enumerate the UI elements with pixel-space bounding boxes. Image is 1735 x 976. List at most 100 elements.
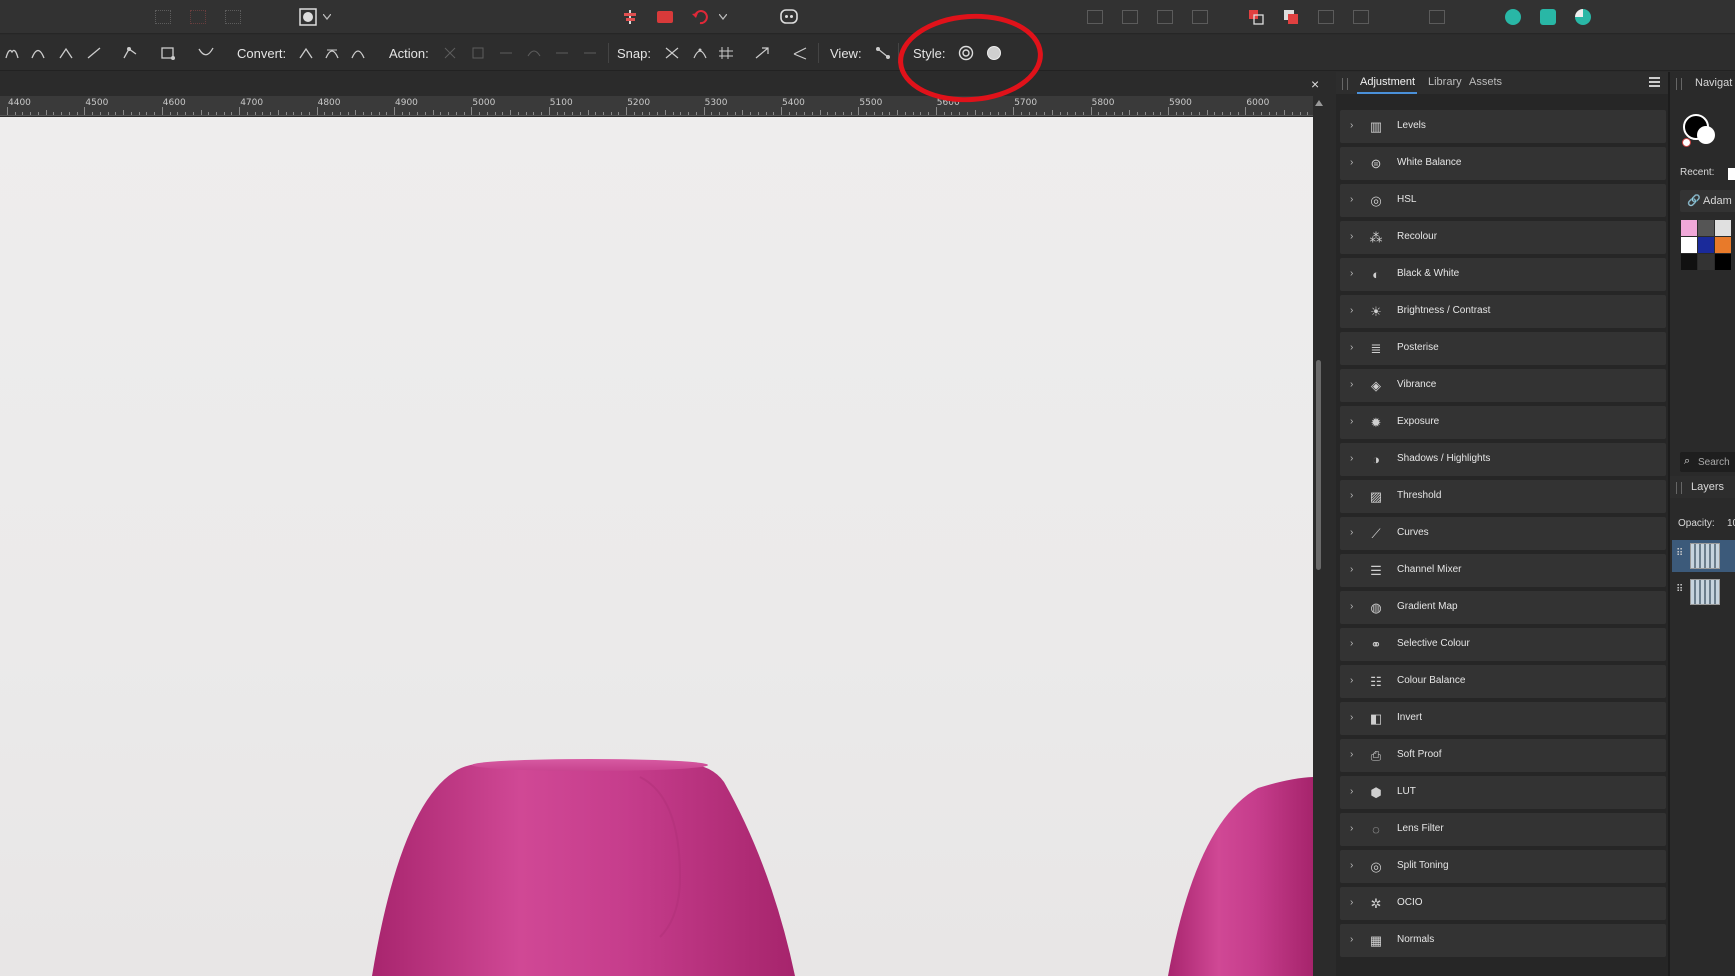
opacity-value[interactable]: 10 <box>1727 518 1735 529</box>
adjustment-item-ocio[interactable]: › ✲ OCIO <box>1340 887 1666 920</box>
marquee-select-icon[interactable] <box>150 5 176 29</box>
adjustment-item-levels[interactable]: › ▥ Levels <box>1340 110 1666 143</box>
adjustment-item-lut[interactable]: › ⬢ LUT <box>1340 776 1666 809</box>
colour-swatch[interactable] <box>1715 254 1731 270</box>
polygon-mode-icon[interactable] <box>56 44 76 62</box>
chevron-right-icon[interactable]: › <box>1350 490 1353 501</box>
colour-swatch[interactable] <box>1681 254 1697 270</box>
snap-to-grid-icon[interactable] <box>716 44 736 62</box>
line-mode-icon[interactable] <box>84 44 104 62</box>
action-join-curves-icon[interactable] <box>524 44 544 62</box>
invert-selection-icon[interactable] <box>220 5 246 29</box>
adjustment-item-curves[interactable]: › ⟋ Curves <box>1340 517 1666 550</box>
chevron-right-icon[interactable]: › <box>1350 379 1353 390</box>
style-ring-icon[interactable] <box>956 44 976 62</box>
persona-develop-icon[interactable] <box>1570 5 1596 29</box>
action-smooth-curve-icon[interactable] <box>496 44 516 62</box>
chevron-right-icon[interactable]: › <box>1350 120 1353 131</box>
smooth-path-icon[interactable] <box>196 44 216 62</box>
adjustment-item-lens-filter[interactable]: › ◌ Lens Filter <box>1340 813 1666 846</box>
adjustment-item-channel-mixer[interactable]: › ☰ Channel Mixer <box>1340 554 1666 587</box>
arrange-back-icon[interactable] <box>1082 5 1108 29</box>
adjustment-item-recolour[interactable]: › ⁂ Recolour <box>1340 221 1666 254</box>
chevron-right-icon[interactable]: › <box>1350 749 1353 760</box>
action-close-curve-icon[interactable] <box>468 44 488 62</box>
panel-menu-icon[interactable] <box>1649 77 1660 87</box>
colour-swatch[interactable] <box>1698 254 1714 270</box>
snap-to-angle-icon[interactable] <box>790 44 810 62</box>
chevron-right-icon[interactable]: › <box>1350 342 1353 353</box>
convert-smart-icon[interactable] <box>348 44 368 62</box>
chevron-right-icon[interactable]: › <box>1350 897 1353 908</box>
secondary-colour-well[interactable] <box>1697 126 1715 144</box>
chevron-right-icon[interactable]: › <box>1350 786 1353 797</box>
record-macro-icon[interactable] <box>652 5 678 29</box>
chevron-right-icon[interactable]: › <box>1350 194 1353 205</box>
adjustment-item-exposure[interactable]: › ✹ Exposure <box>1340 406 1666 439</box>
boolean-intersect-icon[interactable] <box>1313 5 1339 29</box>
adjustment-item-shadows-highlights[interactable]: › ◑ Shadows / Highlights <box>1340 443 1666 476</box>
arrange-front-icon[interactable] <box>1187 5 1213 29</box>
chevron-down-icon[interactable] <box>320 5 334 29</box>
panel-grip-icon[interactable] <box>1676 78 1682 90</box>
arrange-forward-icon[interactable] <box>1152 5 1178 29</box>
boolean-subtract-icon[interactable] <box>1278 5 1304 29</box>
assistant-icon[interactable] <box>776 5 802 29</box>
adjustment-item-vibrance[interactable]: › ◈ Vibrance <box>1340 369 1666 402</box>
adjustment-item-white-balance[interactable]: › ⊜ White Balance <box>1340 147 1666 180</box>
image-canvas[interactable] <box>0 117 1313 976</box>
align-icon[interactable] <box>617 5 643 29</box>
chevron-right-icon[interactable]: › <box>1350 712 1353 723</box>
close-document-button[interactable]: × <box>1311 76 1319 92</box>
style-filled-circle-icon[interactable] <box>984 44 1004 62</box>
adjustment-item-invert[interactable]: › ◧ Invert <box>1340 702 1666 735</box>
chevron-right-icon[interactable]: › <box>1350 231 1353 242</box>
adjustment-item-soft-proof[interactable]: › ⎙ Soft Proof <box>1340 739 1666 772</box>
colour-swatch[interactable] <box>1681 237 1697 253</box>
mask-mode-icon[interactable] <box>295 5 321 29</box>
layer-row[interactable]: ⠿ <box>1672 576 1735 608</box>
undo-history-icon[interactable] <box>687 5 713 29</box>
chevron-right-icon[interactable]: › <box>1350 860 1353 871</box>
tab-adjustment[interactable]: Adjustment <box>1360 76 1415 88</box>
chevron-right-icon[interactable]: › <box>1350 601 1353 612</box>
vertical-scrollbar[interactable] <box>1313 96 1324 976</box>
layer-drag-handle-icon[interactable]: ⠿ <box>1676 548 1683 559</box>
layer-row-selected[interactable]: ⠿ <box>1672 540 1735 572</box>
deselect-icon[interactable] <box>185 5 211 29</box>
adjustment-item-brightness[interactable]: › ☀ Brightness / Contrast <box>1340 295 1666 328</box>
adjustment-item-posterise[interactable]: › ≣ Posterise <box>1340 332 1666 365</box>
arrange-backward-icon[interactable] <box>1117 5 1143 29</box>
colour-swatch[interactable] <box>1715 220 1731 236</box>
chevron-right-icon[interactable]: › <box>1350 638 1353 649</box>
chevron-right-icon[interactable]: › <box>1350 564 1353 575</box>
adjustment-item-black-white[interactable]: › ◐ Black & White <box>1340 258 1666 291</box>
smart-mode-icon[interactable] <box>28 44 48 62</box>
adjustment-item-selective-colour[interactable]: › ⚭ Selective Colour <box>1340 628 1666 661</box>
chevron-right-icon[interactable]: › <box>1350 416 1353 427</box>
adjustment-item-colour-balance[interactable]: › ☷ Colour Balance <box>1340 665 1666 698</box>
recent-swatch[interactable] <box>1728 168 1735 180</box>
chevron-right-icon[interactable]: › <box>1350 823 1353 834</box>
chevron-right-icon[interactable]: › <box>1350 527 1353 538</box>
transform-mode-icon[interactable] <box>158 44 178 62</box>
tab-assets[interactable]: Assets <box>1469 76 1502 88</box>
chevron-right-icon[interactable]: › <box>1350 934 1353 945</box>
adjustment-item-split-toning[interactable]: › ◎ Split Toning <box>1340 850 1666 883</box>
transparent-colour-icon[interactable] <box>1682 138 1691 147</box>
snap-to-objects-icon[interactable] <box>752 44 772 62</box>
tab-library[interactable]: Library <box>1428 76 1462 88</box>
adjustment-item-threshold[interactable]: › ▨ Threshold <box>1340 480 1666 513</box>
snapping-toggle-icon[interactable] <box>1424 5 1450 29</box>
panel-grip-icon[interactable] <box>1342 78 1348 90</box>
convert-smooth-icon[interactable] <box>322 44 342 62</box>
layer-drag-handle-icon[interactable]: ⠿ <box>1676 584 1683 595</box>
colour-swatch[interactable] <box>1681 220 1697 236</box>
action-break-icon[interactable] <box>440 44 460 62</box>
boolean-add-icon[interactable] <box>1243 5 1269 29</box>
convert-sharp-icon[interactable] <box>296 44 316 62</box>
snap-to-nodes-icon[interactable] <box>662 44 682 62</box>
tab-navigator[interactable]: Navigat <box>1695 77 1732 89</box>
scroll-up-arrow-icon[interactable] <box>1315 100 1323 106</box>
persona-liquify-icon[interactable] <box>1535 5 1561 29</box>
